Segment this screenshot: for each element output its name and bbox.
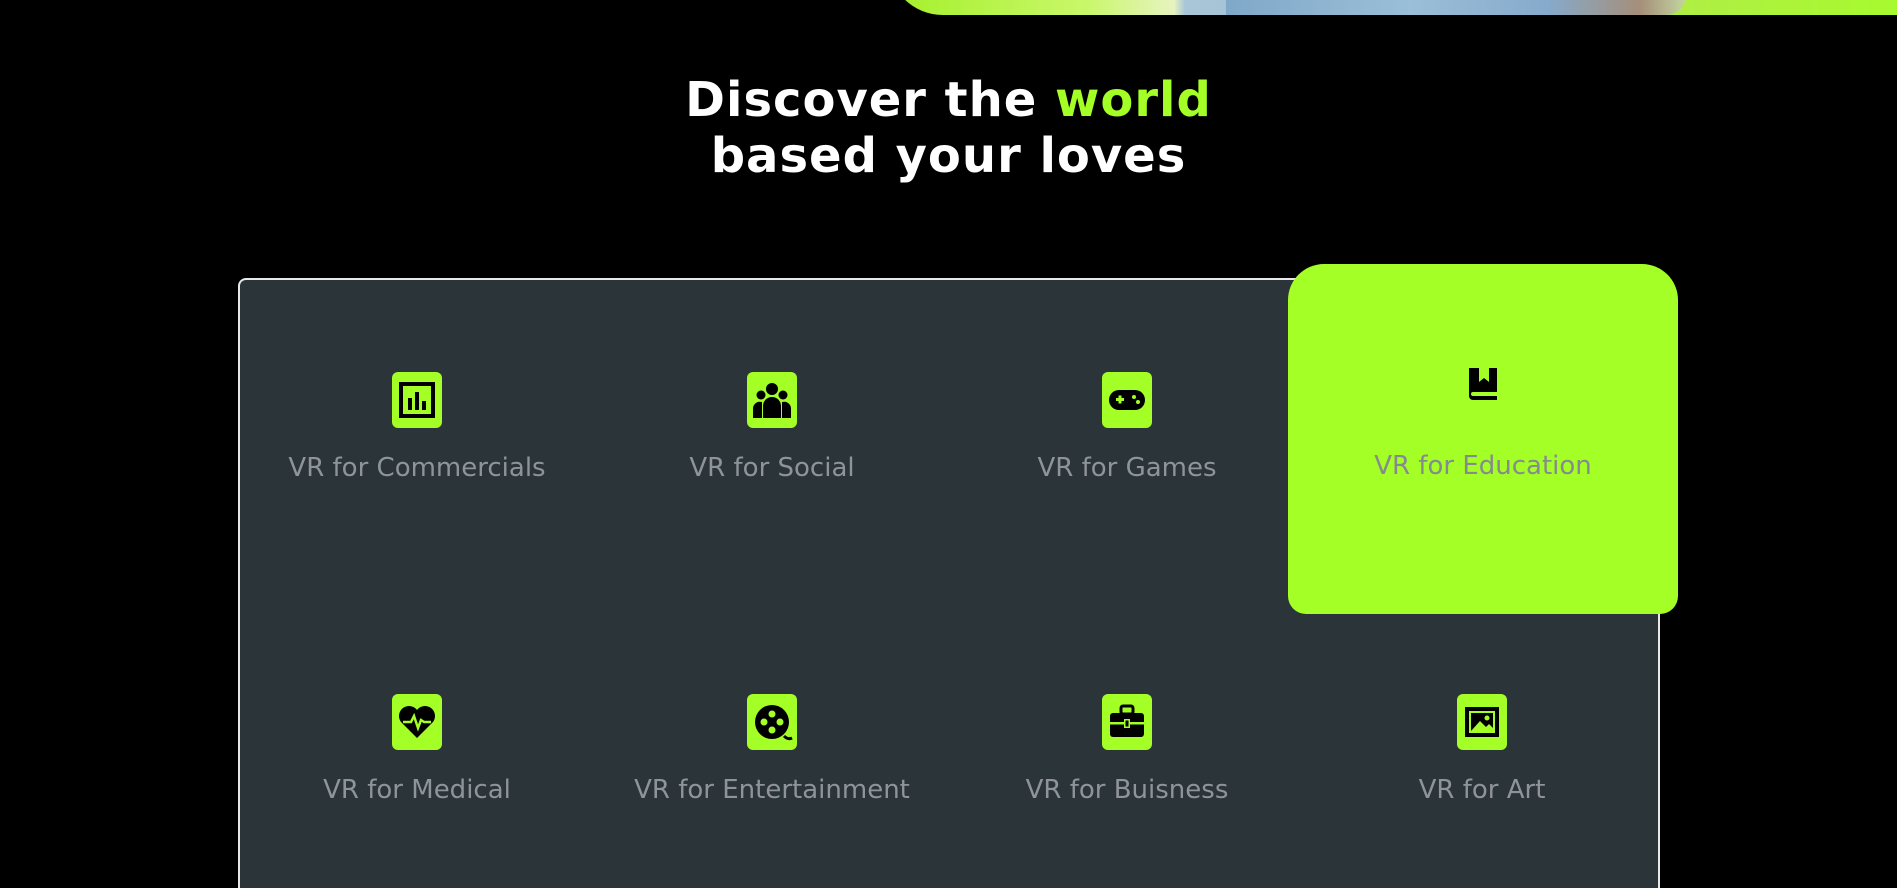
people-icon bbox=[747, 372, 797, 428]
category-label: VR for Social bbox=[689, 453, 855, 483]
category-card-business[interactable]: VR for Buisness bbox=[949, 602, 1305, 888]
category-label: VR for Medical bbox=[323, 775, 511, 805]
title-accent: world bbox=[1055, 72, 1212, 128]
category-card-art[interactable]: VR for Art bbox=[1304, 602, 1660, 888]
film-reel-icon bbox=[747, 694, 797, 750]
category-card-entertainment[interactable]: VR for Entertainment bbox=[594, 602, 950, 888]
category-label: VR for Entertainment bbox=[634, 775, 910, 805]
page: Discover the world based your loves VR f… bbox=[0, 0, 1897, 888]
category-card-games[interactable]: VR for Games bbox=[949, 280, 1305, 602]
gamepad-icon bbox=[1102, 372, 1152, 428]
category-label: VR for Art bbox=[1418, 775, 1546, 805]
book-icon bbox=[1458, 356, 1508, 412]
category-label: VR for Commercials bbox=[288, 453, 546, 483]
category-card-social[interactable]: VR for Social bbox=[594, 280, 950, 602]
bar-chart-icon bbox=[392, 372, 442, 428]
category-label: VR for Education bbox=[1374, 451, 1592, 481]
title-text: Discover the bbox=[685, 72, 1056, 128]
category-card-medical[interactable]: VR for Medical bbox=[239, 602, 595, 888]
category-card-commercials[interactable]: VR for Commercials bbox=[239, 280, 595, 602]
image-icon bbox=[1457, 694, 1507, 750]
briefcase-icon bbox=[1102, 694, 1152, 750]
category-card-education[interactable]: VR for Education bbox=[1288, 264, 1678, 614]
heart-pulse-icon bbox=[392, 694, 442, 750]
title-line-2: based your loves bbox=[710, 128, 1187, 184]
section-title: Discover the world based your loves bbox=[0, 72, 1897, 184]
category-label: VR for Buisness bbox=[1025, 775, 1229, 805]
category-label: VR for Games bbox=[1037, 453, 1217, 483]
hero-image-edge bbox=[1226, 0, 1686, 15]
